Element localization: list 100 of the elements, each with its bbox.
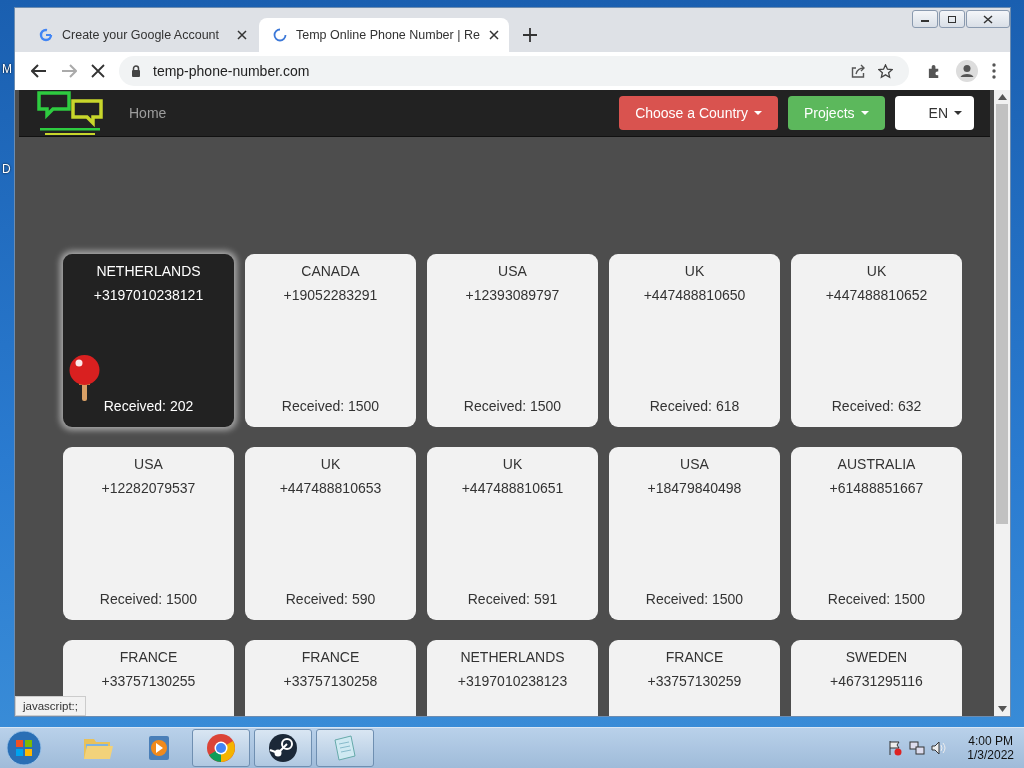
restore-icon (947, 14, 957, 24)
country-name: USA (134, 455, 163, 473)
chrome-icon (205, 732, 237, 764)
close-button[interactable] (966, 10, 1010, 28)
dropdown-button[interactable]: Choose a Country (619, 96, 778, 130)
number-card[interactable]: USA +12282079537 Received: 1500 (63, 447, 234, 620)
phone-number: +12282079537 (101, 479, 196, 497)
url-text: temp-phone-number.com (153, 63, 310, 79)
number-card[interactable]: USA +18479840498 Received: 1500 (609, 447, 780, 620)
ping-pong-paddle-icon (69, 353, 100, 401)
home-link[interactable]: Home (129, 105, 167, 121)
restore-button[interactable] (939, 10, 965, 28)
country-name: FRANCE (665, 648, 724, 666)
desktop-label[interactable]: D (2, 162, 12, 176)
back-icon[interactable] (31, 64, 47, 78)
country-name: UK (866, 262, 887, 280)
phone-number: +19052283291 (283, 286, 378, 304)
phone-number: +3197010238123 (457, 672, 568, 690)
country-name: CANADA (301, 262, 360, 280)
network-icon[interactable] (909, 740, 926, 756)
received-count: Received: 590 (285, 590, 376, 608)
loading-spinner-icon (273, 28, 287, 42)
clock-date[interactable]: 1/3/2022 (967, 748, 1014, 762)
country-name: NETHERLANDS (96, 262, 201, 280)
number-card[interactable]: NETHERLANDS +3197010238121 Received: 202 (63, 254, 234, 427)
country-name: UK (320, 455, 341, 473)
received-count: Received: 1500 (99, 590, 198, 608)
steam-icon (267, 732, 299, 764)
country-name: UK (684, 262, 705, 280)
received-count: Received: 202 (103, 397, 194, 415)
number-card[interactable]: FRANCE +33757130258 (245, 640, 416, 716)
browser-tab[interactable]: Create your Google Account (25, 18, 257, 52)
received-count: Received: 591 (467, 590, 558, 608)
phone-number: +447488810653 (279, 479, 382, 497)
address-bar[interactable]: temp-phone-number.com (119, 56, 909, 86)
phone-number: +33757130255 (101, 672, 196, 690)
phone-number: +447488810651 (461, 479, 564, 497)
number-card[interactable]: USA +12393089797 Received: 1500 (427, 254, 598, 427)
country-name: USA (680, 455, 709, 473)
share-icon[interactable] (851, 64, 866, 78)
country-name: SWEDEN (845, 648, 908, 666)
number-card[interactable]: CANADA +19052283291 Received: 1500 (245, 254, 416, 427)
country-name: AUSTRALIA (837, 455, 916, 473)
menu-icon[interactable] (992, 63, 996, 79)
tab-title: Create your Google Account (62, 28, 221, 42)
received-count: Received: 618 (649, 397, 740, 415)
desktop-label[interactable]: M (2, 62, 12, 76)
phone-number: +18479840498 (647, 479, 742, 497)
caret-icon (954, 111, 962, 115)
number-card[interactable]: NETHERLANDS +3197010238123 (427, 640, 598, 716)
new-tab-icon[interactable] (522, 28, 537, 42)
country-name: UK (502, 455, 523, 473)
minimize-button[interactable] (912, 10, 938, 28)
number-card[interactable]: UK +447488810650 Received: 618 (609, 254, 780, 427)
received-count: Received: 632 (831, 397, 922, 415)
number-card[interactable]: SWEDEN +46731295116 (791, 640, 962, 716)
country-name: USA (498, 262, 527, 280)
number-card[interactable]: AUSTRALIA +61488851667 Received: 1500 (791, 447, 962, 620)
g-logo-icon (39, 28, 53, 42)
phone-number: +12393089797 (465, 286, 560, 304)
scroll-down-icon[interactable] (997, 706, 1007, 712)
caret-icon (860, 111, 869, 115)
scroll-thumb[interactable] (996, 104, 1008, 524)
taskbar-app-button[interactable] (254, 729, 312, 767)
number-card[interactable]: UK +447488810651 Received: 591 (427, 447, 598, 620)
received-count: Received: 1500 (281, 397, 380, 415)
flag-icon[interactable] (887, 740, 904, 756)
received-count: Received: 1500 (645, 590, 744, 608)
received-count: Received: 1500 (463, 397, 562, 415)
number-card[interactable]: UK +447488810653 Received: 590 (245, 447, 416, 620)
dropdown-button[interactable]: EN (894, 96, 974, 130)
lock-icon (131, 65, 141, 77)
star-icon[interactable] (878, 63, 893, 79)
logo-icon[interactable] (35, 90, 105, 136)
profile-icon[interactable] (956, 60, 978, 82)
country-name: NETHERLANDS (460, 648, 565, 666)
phone-number: +447488810652 (825, 286, 928, 304)
close-icon (983, 14, 993, 24)
start-button[interactable] (6, 730, 42, 766)
country-name: FRANCE (119, 648, 178, 666)
caret-icon (753, 111, 762, 115)
browser-tab[interactable]: Temp Online Phone Number | Re (259, 18, 509, 52)
phone-number: +61488851667 (829, 479, 924, 497)
number-card[interactable]: FRANCE +33757130259 (609, 640, 780, 716)
phone-number: +46731295116 (830, 672, 923, 690)
clock-time[interactable]: 4:00 PM (968, 734, 1013, 748)
stop-icon[interactable] (91, 64, 105, 78)
received-count: Received: 1500 (827, 590, 926, 608)
scroll-up-icon[interactable] (997, 94, 1007, 100)
tab-title: Temp Online Phone Number | Re (296, 28, 480, 42)
number-card[interactable]: UK +447488810652 Received: 632 (791, 254, 962, 427)
close-icon[interactable] (488, 30, 499, 40)
status-tooltip: javascript:; (15, 696, 86, 716)
country-name: FRANCE (301, 648, 360, 666)
volume-icon[interactable] (931, 740, 948, 756)
phone-number: +33757130259 (647, 672, 742, 690)
scrollbar[interactable] (994, 90, 1010, 716)
phone-number: +3197010238121 (93, 286, 204, 304)
phone-number: +447488810650 (643, 286, 746, 304)
close-icon[interactable] (237, 30, 247, 40)
